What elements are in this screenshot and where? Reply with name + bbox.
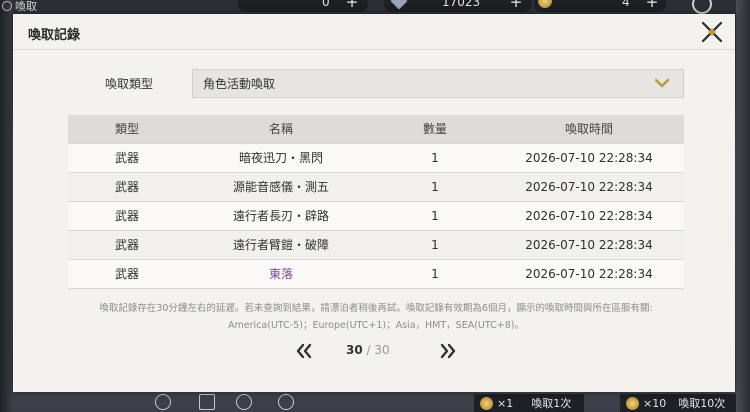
shop-icon[interactable] (155, 394, 171, 410)
currency-c-pill: 4 + (534, 0, 666, 12)
summon-type-select[interactable]: 角色活動喚取 (192, 69, 684, 98)
gear-icon (2, 1, 12, 11)
double-chevron-left-icon[interactable] (295, 342, 313, 360)
info-icon[interactable] (236, 394, 252, 410)
hud-title-text: 喚取 (15, 0, 37, 13)
coin-icon (538, 0, 552, 8)
chevron-down-icon (655, 78, 669, 88)
currency-b-pill: 17023 + (384, 0, 532, 12)
top-hud: 喚取 0 + 17023 + 4 + (0, 0, 750, 14)
close-icon[interactable] (699, 19, 725, 45)
header-name: 名稱 (186, 115, 376, 143)
double-chevron-right-icon[interactable] (439, 342, 457, 360)
history-note-line1: 喚取記錄存在30分鐘左右的延遲。若未查詢到結果，請漂泊者稍後再試。喚取記錄有效期… (99, 303, 653, 314)
add-currency-a-button[interactable]: + (344, 0, 360, 10)
cell-quantity: 1 (376, 258, 494, 289)
summon-once-label: 喚取1次 (531, 397, 572, 410)
cell-type: 武器 (68, 142, 186, 172)
add-currency-c-button[interactable]: + (644, 0, 660, 10)
history-icon[interactable] (278, 394, 294, 410)
currency-b-value: 17023 (442, 0, 481, 9)
cell-time: 2026-07-10 22:28:34 (494, 200, 684, 230)
document-icon[interactable] (199, 394, 215, 410)
summon-once-button[interactable]: ×1 喚取1次 (474, 394, 584, 412)
cell-quantity: 1 (376, 171, 494, 201)
dialog-header: 喚取記錄 (13, 14, 735, 50)
hud-title: 喚取 (2, 0, 37, 14)
background-right-edge (736, 0, 750, 412)
currency-a-pill: 0 + (238, 0, 368, 12)
dialog-title: 喚取記錄 (28, 28, 81, 43)
summon-ten-label: 喚取10次 (678, 397, 726, 410)
page-indicator: 30 / 30 (346, 343, 390, 357)
header-type: 類型 (68, 115, 186, 143)
summon-history-dialog: 喚取記錄 喚取類型 角色活動喚取 類型 名稱 數量 喚取時間 武器 暗夜迅刀・黑… (13, 14, 735, 392)
summon-ten-cost: ×10 (643, 396, 667, 410)
cell-name: 源能音感儀・測五 (186, 171, 376, 201)
table-row: 武器 暗夜迅刀・黑閃 1 2026-07-10 22:28:34 (68, 142, 684, 172)
coin-icon (626, 396, 639, 410)
cell-name: 遠行者臂鎧・破障 (186, 229, 376, 259)
cell-type: 武器 (68, 258, 186, 289)
currency-c-value: 4 (622, 0, 630, 9)
total-pages: 30 (374, 343, 390, 357)
settings-icon[interactable] (692, 0, 712, 14)
cell-type: 武器 (68, 171, 186, 201)
bottom-hud: ×1 喚取1次 ×10 喚取10次 (0, 392, 750, 412)
cell-quantity: 1 (376, 142, 494, 172)
cell-time: 2026-07-10 22:28:34 (494, 229, 684, 259)
cell-name: 暗夜迅刀・黑閃 (186, 142, 376, 172)
summon-type-label: 喚取類型 (105, 77, 154, 91)
cell-type: 武器 (68, 229, 186, 259)
summon-once-cost: ×1 (497, 396, 514, 410)
cell-time: 2026-07-10 22:28:34 (494, 171, 684, 201)
summon-type-value: 角色活動喚取 (203, 77, 276, 91)
table-row: 武器 遠行者長刃・辟路 1 2026-07-10 22:28:34 (68, 200, 684, 230)
table-row: 武器 遠行者臂鎧・破障 1 2026-07-10 22:28:34 (68, 229, 684, 259)
cell-time: 2026-07-10 22:28:34 (494, 258, 684, 289)
cell-quantity: 1 (376, 200, 494, 230)
history-note: 喚取記錄存在30分鐘左右的延遲。若未查詢到結果，請漂泊者稍後再試。喚取記錄有效期… (68, 300, 684, 334)
table-header-row: 類型 名稱 數量 喚取時間 (68, 115, 684, 143)
coin-icon (480, 396, 493, 410)
cell-quantity: 1 (376, 229, 494, 259)
header-quantity: 數量 (376, 115, 494, 143)
cell-type: 武器 (68, 200, 186, 230)
page-separator: / (366, 343, 371, 357)
table-row: 武器 源能音感儀・測五 1 2026-07-10 22:28:34 (68, 171, 684, 201)
background-left-edge (0, 0, 12, 412)
add-currency-b-button[interactable]: + (508, 0, 524, 10)
current-page: 30 (346, 343, 363, 357)
summon-history-table: 類型 名稱 數量 喚取時間 武器 暗夜迅刀・黑閃 1 2026-07-10 22… (68, 115, 684, 289)
cell-name: 遠行者長刃・辟路 (186, 200, 376, 230)
pagination: 30 / 30 (13, 342, 735, 360)
cell-time: 2026-07-10 22:28:34 (494, 142, 684, 172)
cell-name-rare: 東落 (186, 258, 376, 289)
summon-ten-button[interactable]: ×10 喚取10次 (620, 394, 736, 412)
table-row: 武器 東落 1 2026-07-10 22:28:34 (68, 258, 684, 289)
crystal-icon (390, 0, 408, 10)
currency-a-value: 0 (322, 0, 330, 9)
history-note-line2: America(UTC-5)；Europe(UTC+1)；Asia，HMT，SE… (228, 320, 524, 331)
header-time: 喚取時間 (494, 115, 684, 143)
